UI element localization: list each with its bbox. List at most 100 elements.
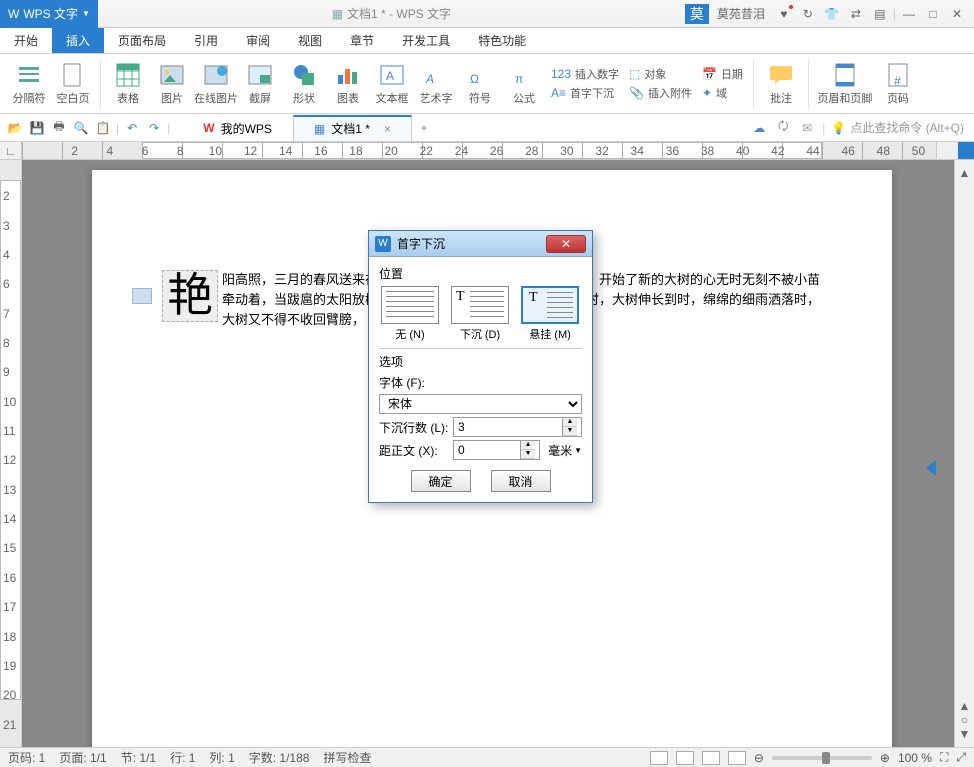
side-collapse-handle[interactable] xyxy=(926,460,936,476)
zoom-in-button[interactable]: ⊕ xyxy=(880,751,890,765)
ribbon-break[interactable]: 分隔符 xyxy=(8,59,50,108)
ribbon-headerfooter[interactable]: 页眉和页脚 xyxy=(815,59,875,108)
preview-icon[interactable]: 🔍 xyxy=(72,119,90,137)
status-pages[interactable]: 页面: 1/1 xyxy=(59,749,106,766)
skin-icon[interactable]: 👕 xyxy=(821,3,843,25)
scroll-up-icon[interactable]: ▲ xyxy=(958,166,972,180)
font-select[interactable]: 宋体 xyxy=(379,394,582,414)
ribbon-dropcap[interactable]: A≡首字下沉 xyxy=(547,84,623,102)
cloud-icon[interactable]: ☁ xyxy=(750,119,768,137)
view-print-layout[interactable] xyxy=(650,751,668,765)
ribbon-onlineimage[interactable]: 在线图片 xyxy=(195,59,237,108)
maximize-button[interactable]: □ xyxy=(922,3,944,25)
ribbon-screenshot[interactable]: 截屏 xyxy=(239,59,281,108)
menu-tab-view[interactable]: 视图 xyxy=(284,28,336,53)
spin-up-icon[interactable]: ▲ xyxy=(521,441,535,450)
ribbon-date[interactable]: 📅日期 xyxy=(698,65,747,83)
spin-up-icon[interactable]: ▲ xyxy=(563,418,577,427)
menu-tab-chapter[interactable]: 章节 xyxy=(336,28,388,53)
ribbon-insertnumber[interactable]: 123插入数字 xyxy=(547,65,623,83)
option-inmargin[interactable]: T 悬挂 (M) xyxy=(519,286,581,342)
zoom-slider[interactable] xyxy=(772,756,872,760)
dialog-titlebar[interactable]: W 首字下沉 ✕ xyxy=(369,231,592,257)
doctab-document1[interactable]: ▦ 文档1 * × xyxy=(293,115,412,141)
menu-tab-devtools[interactable]: 开发工具 xyxy=(388,28,464,53)
view-read[interactable] xyxy=(728,751,746,765)
menu-tab-insert[interactable]: 插入 xyxy=(52,28,104,53)
ribbon-image[interactable]: 图片 xyxy=(151,59,193,108)
dialog-close-button[interactable]: ✕ xyxy=(546,235,586,253)
ribbon-symbol[interactable]: Ω符号 xyxy=(459,59,501,108)
unit-dropdown[interactable]: 毫米▼ xyxy=(548,442,582,459)
open-icon[interactable]: 📂 xyxy=(6,119,24,137)
ribbon-attachment[interactable]: 📎插入附件 xyxy=(625,84,696,102)
vertical-ruler[interactable]: 2346789101112131415161718192021 xyxy=(0,160,22,747)
user-name[interactable]: 莫苑昔泪 xyxy=(717,5,765,22)
ruler-corner[interactable]: ∟ xyxy=(0,142,22,159)
ribbon-textbox[interactable]: A文本框 xyxy=(371,59,413,108)
print-icon[interactable]: 🖶 xyxy=(50,119,68,137)
pipeline-icon[interactable]: ⇄ xyxy=(845,3,867,25)
ribbon-pagenumber[interactable]: #页码 xyxy=(877,59,919,108)
feedback-icon[interactable]: ✉ xyxy=(798,119,816,137)
ribbon-comment[interactable]: 批注 xyxy=(760,59,802,108)
menu-tab-start[interactable]: 开始 xyxy=(0,28,52,53)
side-panel-toggle[interactable] xyxy=(958,142,974,159)
doc-icon[interactable]: ▤ xyxy=(869,3,891,25)
spin-down-icon[interactable]: ▼ xyxy=(563,427,577,436)
undo-icon[interactable]: ↶ xyxy=(123,119,141,137)
status-line[interactable]: 行: 1 xyxy=(170,749,195,766)
menu-tab-special[interactable]: 特色功能 xyxy=(464,28,540,53)
ribbon-chart[interactable]: 图表 xyxy=(327,59,369,108)
cancel-button[interactable]: 取消 xyxy=(491,470,551,492)
heart-icon[interactable]: ♥ xyxy=(773,3,795,25)
spin-down-icon[interactable]: ▼ xyxy=(521,450,535,459)
horizontal-ruler[interactable]: 2468101214161820222426283032343638404244… xyxy=(22,142,936,159)
menu-tab-review[interactable]: 审阅 xyxy=(232,28,284,53)
ok-button[interactable]: 确定 xyxy=(411,470,471,492)
command-search[interactable]: 💡 点此查找命令 (Alt+Q) xyxy=(831,119,964,136)
fit-button[interactable]: ⛶ xyxy=(940,750,948,765)
option-dropped[interactable]: T 下沉 (D) xyxy=(449,286,511,342)
save-icon[interactable]: 💾 xyxy=(28,119,46,137)
close-button[interactable]: ✕ xyxy=(946,3,968,25)
zoom-out-button[interactable]: ⊖ xyxy=(754,751,764,765)
status-page[interactable]: 页码: 1 xyxy=(8,749,45,766)
doctab-mywps[interactable]: W 我的WPS xyxy=(182,115,293,141)
menu-tab-reference[interactable]: 引用 xyxy=(180,28,232,53)
distance-spinner[interactable]: 0 ▲▼ xyxy=(453,440,540,460)
blankpage-icon xyxy=(59,61,87,89)
notify-icon[interactable]: 🗘 xyxy=(774,119,792,137)
prev-page-icon[interactable]: ▲ xyxy=(958,699,972,713)
view-web[interactable] xyxy=(702,751,720,765)
ribbon-object[interactable]: ⬚对象 xyxy=(625,65,696,83)
status-col[interactable]: 列: 1 xyxy=(209,749,234,766)
view-outline[interactable] xyxy=(676,751,694,765)
lines-spinner[interactable]: 3 ▲▼ xyxy=(453,417,582,437)
paste-icon[interactable]: 📋 xyxy=(94,119,112,137)
menu-tab-pagelayout[interactable]: 页面布局 xyxy=(104,28,180,53)
redo-icon[interactable]: ↷ xyxy=(145,119,163,137)
browse-object-icon[interactable]: ○ xyxy=(958,713,972,727)
refresh-icon[interactable]: ↻ xyxy=(797,3,819,25)
ribbon-field[interactable]: ✦域 xyxy=(698,84,747,102)
add-tab-button[interactable]: + xyxy=(412,121,436,135)
user-avatar[interactable]: 莫 xyxy=(685,4,709,24)
option-none[interactable]: 无 (N) xyxy=(379,286,441,342)
app-menu-button[interactable]: W WPS 文字 ▼ xyxy=(0,0,98,28)
paste-options-icon[interactable] xyxy=(132,288,152,304)
ribbon-equation[interactable]: π公式 xyxy=(503,59,545,108)
ribbon-blankpage[interactable]: 空白页 xyxy=(52,59,94,108)
ribbon-table[interactable]: 表格 xyxy=(107,59,149,108)
zoom-value[interactable]: 100 % xyxy=(898,751,932,765)
ribbon-wordart[interactable]: A艺术字 xyxy=(415,59,457,108)
minimize-button[interactable]: — xyxy=(898,3,920,25)
ribbon-shape[interactable]: 形状 xyxy=(283,59,325,108)
status-spell[interactable]: 拼写检查 xyxy=(323,749,371,766)
tab-close-icon[interactable]: × xyxy=(384,122,391,136)
status-section[interactable]: 节: 1/1 xyxy=(121,749,156,766)
status-chars[interactable]: 字数: 1/188 xyxy=(249,749,310,766)
dropcap-char[interactable]: 艳 xyxy=(162,270,218,322)
fullscreen-button[interactable]: ⤢ xyxy=(956,750,966,765)
next-page-icon[interactable]: ▼ xyxy=(958,727,972,741)
